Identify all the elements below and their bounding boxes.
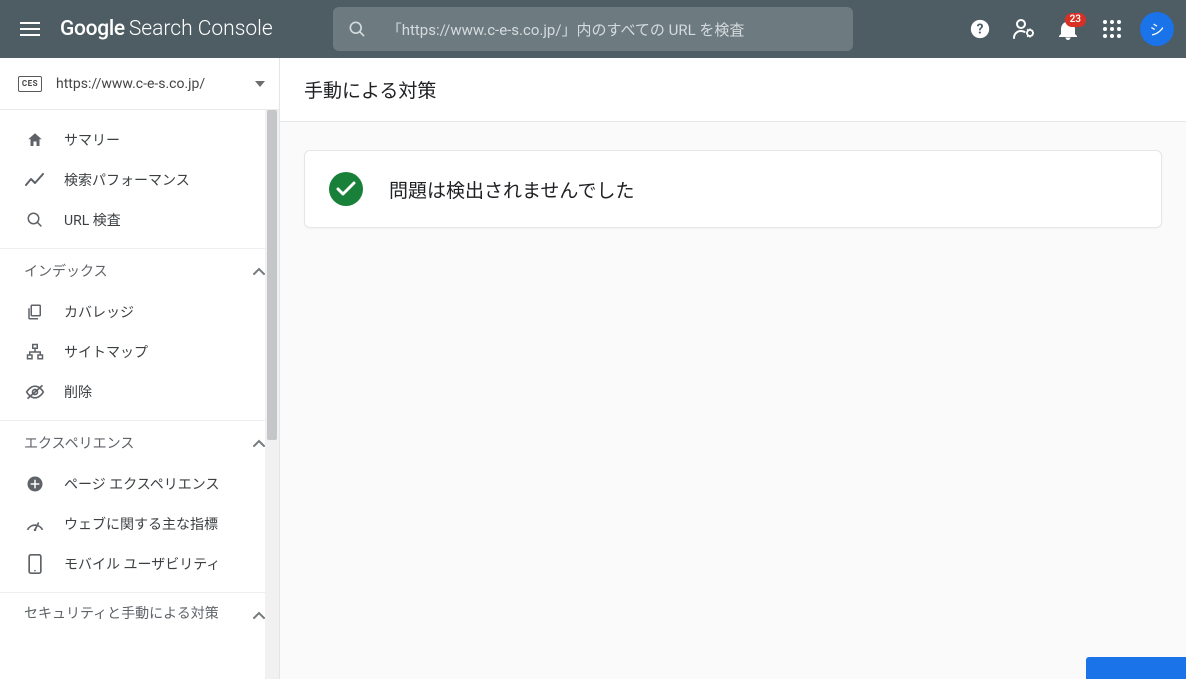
user-settings-button[interactable] <box>1002 7 1046 51</box>
hamburger-icon <box>20 22 40 36</box>
nav-item-summary[interactable]: サマリー <box>0 120 279 160</box>
nav-label: カバレッジ <box>64 302 134 322</box>
nav-list: サマリー 検索パフォーマンス URL 検査 インデックス カバレ <box>0 110 279 636</box>
status-message: 問題は検出されませんでした <box>389 176 634 203</box>
person-gear-icon <box>1012 18 1036 40</box>
nav-label: URL 検査 <box>64 210 121 230</box>
nav-label: サマリー <box>64 130 120 150</box>
property-selector[interactable]: CES https://www.c-e-s.co.jp/ <box>0 58 279 110</box>
nav-label: 削除 <box>64 382 92 402</box>
svg-text:?: ? <box>977 22 984 38</box>
property-badge: CES <box>18 76 42 92</box>
hide-icon <box>24 381 46 403</box>
section-header-experience[interactable]: エクスペリエンス <box>0 420 279 464</box>
nav-item-mobile-usability[interactable]: モバイル ユーザビリティ <box>0 544 279 584</box>
section-title: エクスペリエンス <box>24 433 253 453</box>
status-card: 問題は検出されませんでした <box>304 150 1162 228</box>
nav-label: 検索パフォーマンス <box>64 170 190 190</box>
trend-icon <box>24 169 46 191</box>
product-logo[interactable]: Google Search Console <box>60 17 273 41</box>
sidebar: CES https://www.c-e-s.co.jp/ サマリー 検索パフォー… <box>0 58 280 679</box>
app-header: Google Search Console 「https://www.c-e-s… <box>0 0 1186 58</box>
apps-grid-button[interactable] <box>1090 7 1134 51</box>
hamburger-menu-button[interactable] <box>8 7 52 51</box>
notification-badge: 23 <box>1065 13 1086 27</box>
check-circle-icon <box>329 172 363 206</box>
nav-item-page-experience[interactable]: ページ エクスペリエンス <box>0 464 279 504</box>
scrollbar-thumb[interactable] <box>267 110 277 440</box>
notifications-button[interactable]: 23 <box>1046 7 1090 51</box>
page-title-bar: 手動による対策 <box>280 58 1186 122</box>
nav-label: モバイル ユーザビリティ <box>64 554 220 574</box>
section-header-index[interactable]: インデックス <box>0 248 279 292</box>
nav-label: サイトマップ <box>64 342 148 362</box>
help-button[interactable]: ? <box>958 7 1002 51</box>
copies-icon <box>24 301 46 323</box>
plus-circle-icon <box>24 473 46 495</box>
sitemap-icon <box>24 341 46 363</box>
section-title: セキュリティと手動による対策 <box>24 605 253 623</box>
sidebar-scrollbar[interactable] <box>265 110 279 679</box>
property-url: https://www.c-e-s.co.jp/ <box>56 76 255 92</box>
search-placeholder: 「https://www.c-e-s.co.jp/」内のすべての URL を検査 <box>387 19 745 40</box>
nav-item-performance[interactable]: 検索パフォーマンス <box>0 160 279 200</box>
home-icon <box>24 129 46 151</box>
avatar-initial: シ <box>1149 19 1164 40</box>
bottom-corner-widget[interactable] <box>1086 657 1186 679</box>
url-inspection-search[interactable]: 「https://www.c-e-s.co.jp/」内のすべての URL を検査 <box>333 7 853 51</box>
chevron-up-icon <box>253 439 265 447</box>
chevron-up-icon <box>253 611 265 619</box>
search-icon <box>345 17 369 41</box>
nav-item-coverage[interactable]: カバレッジ <box>0 292 279 332</box>
caret-down-icon <box>255 81 265 87</box>
apps-grid-icon <box>1103 20 1121 38</box>
nav-item-core-web-vitals[interactable]: ウェブに関する主な指標 <box>0 504 279 544</box>
gauge-icon <box>24 513 46 535</box>
page-title: 手動による対策 <box>304 76 436 103</box>
search-icon <box>24 209 46 231</box>
section-header-security[interactable]: セキュリティと手動による対策 <box>0 592 279 636</box>
help-icon: ? <box>969 18 991 40</box>
chevron-up-icon <box>253 267 265 275</box>
nav-item-sitemaps[interactable]: サイトマップ <box>0 332 279 372</box>
mobile-icon <box>24 553 46 575</box>
section-title: インデックス <box>24 261 253 281</box>
nav-label: ウェブに関する主な指標 <box>64 514 218 534</box>
nav-label: ページ エクスペリエンス <box>64 474 220 494</box>
logo-google-text: Google <box>60 17 125 41</box>
nav-item-url-inspection[interactable]: URL 検査 <box>0 200 279 240</box>
account-avatar[interactable]: シ <box>1140 12 1174 46</box>
main-content: 手動による対策 問題は検出されませんでした <box>280 58 1186 679</box>
logo-console-text: Search Console <box>129 17 273 41</box>
nav-item-removals[interactable]: 削除 <box>0 372 279 412</box>
